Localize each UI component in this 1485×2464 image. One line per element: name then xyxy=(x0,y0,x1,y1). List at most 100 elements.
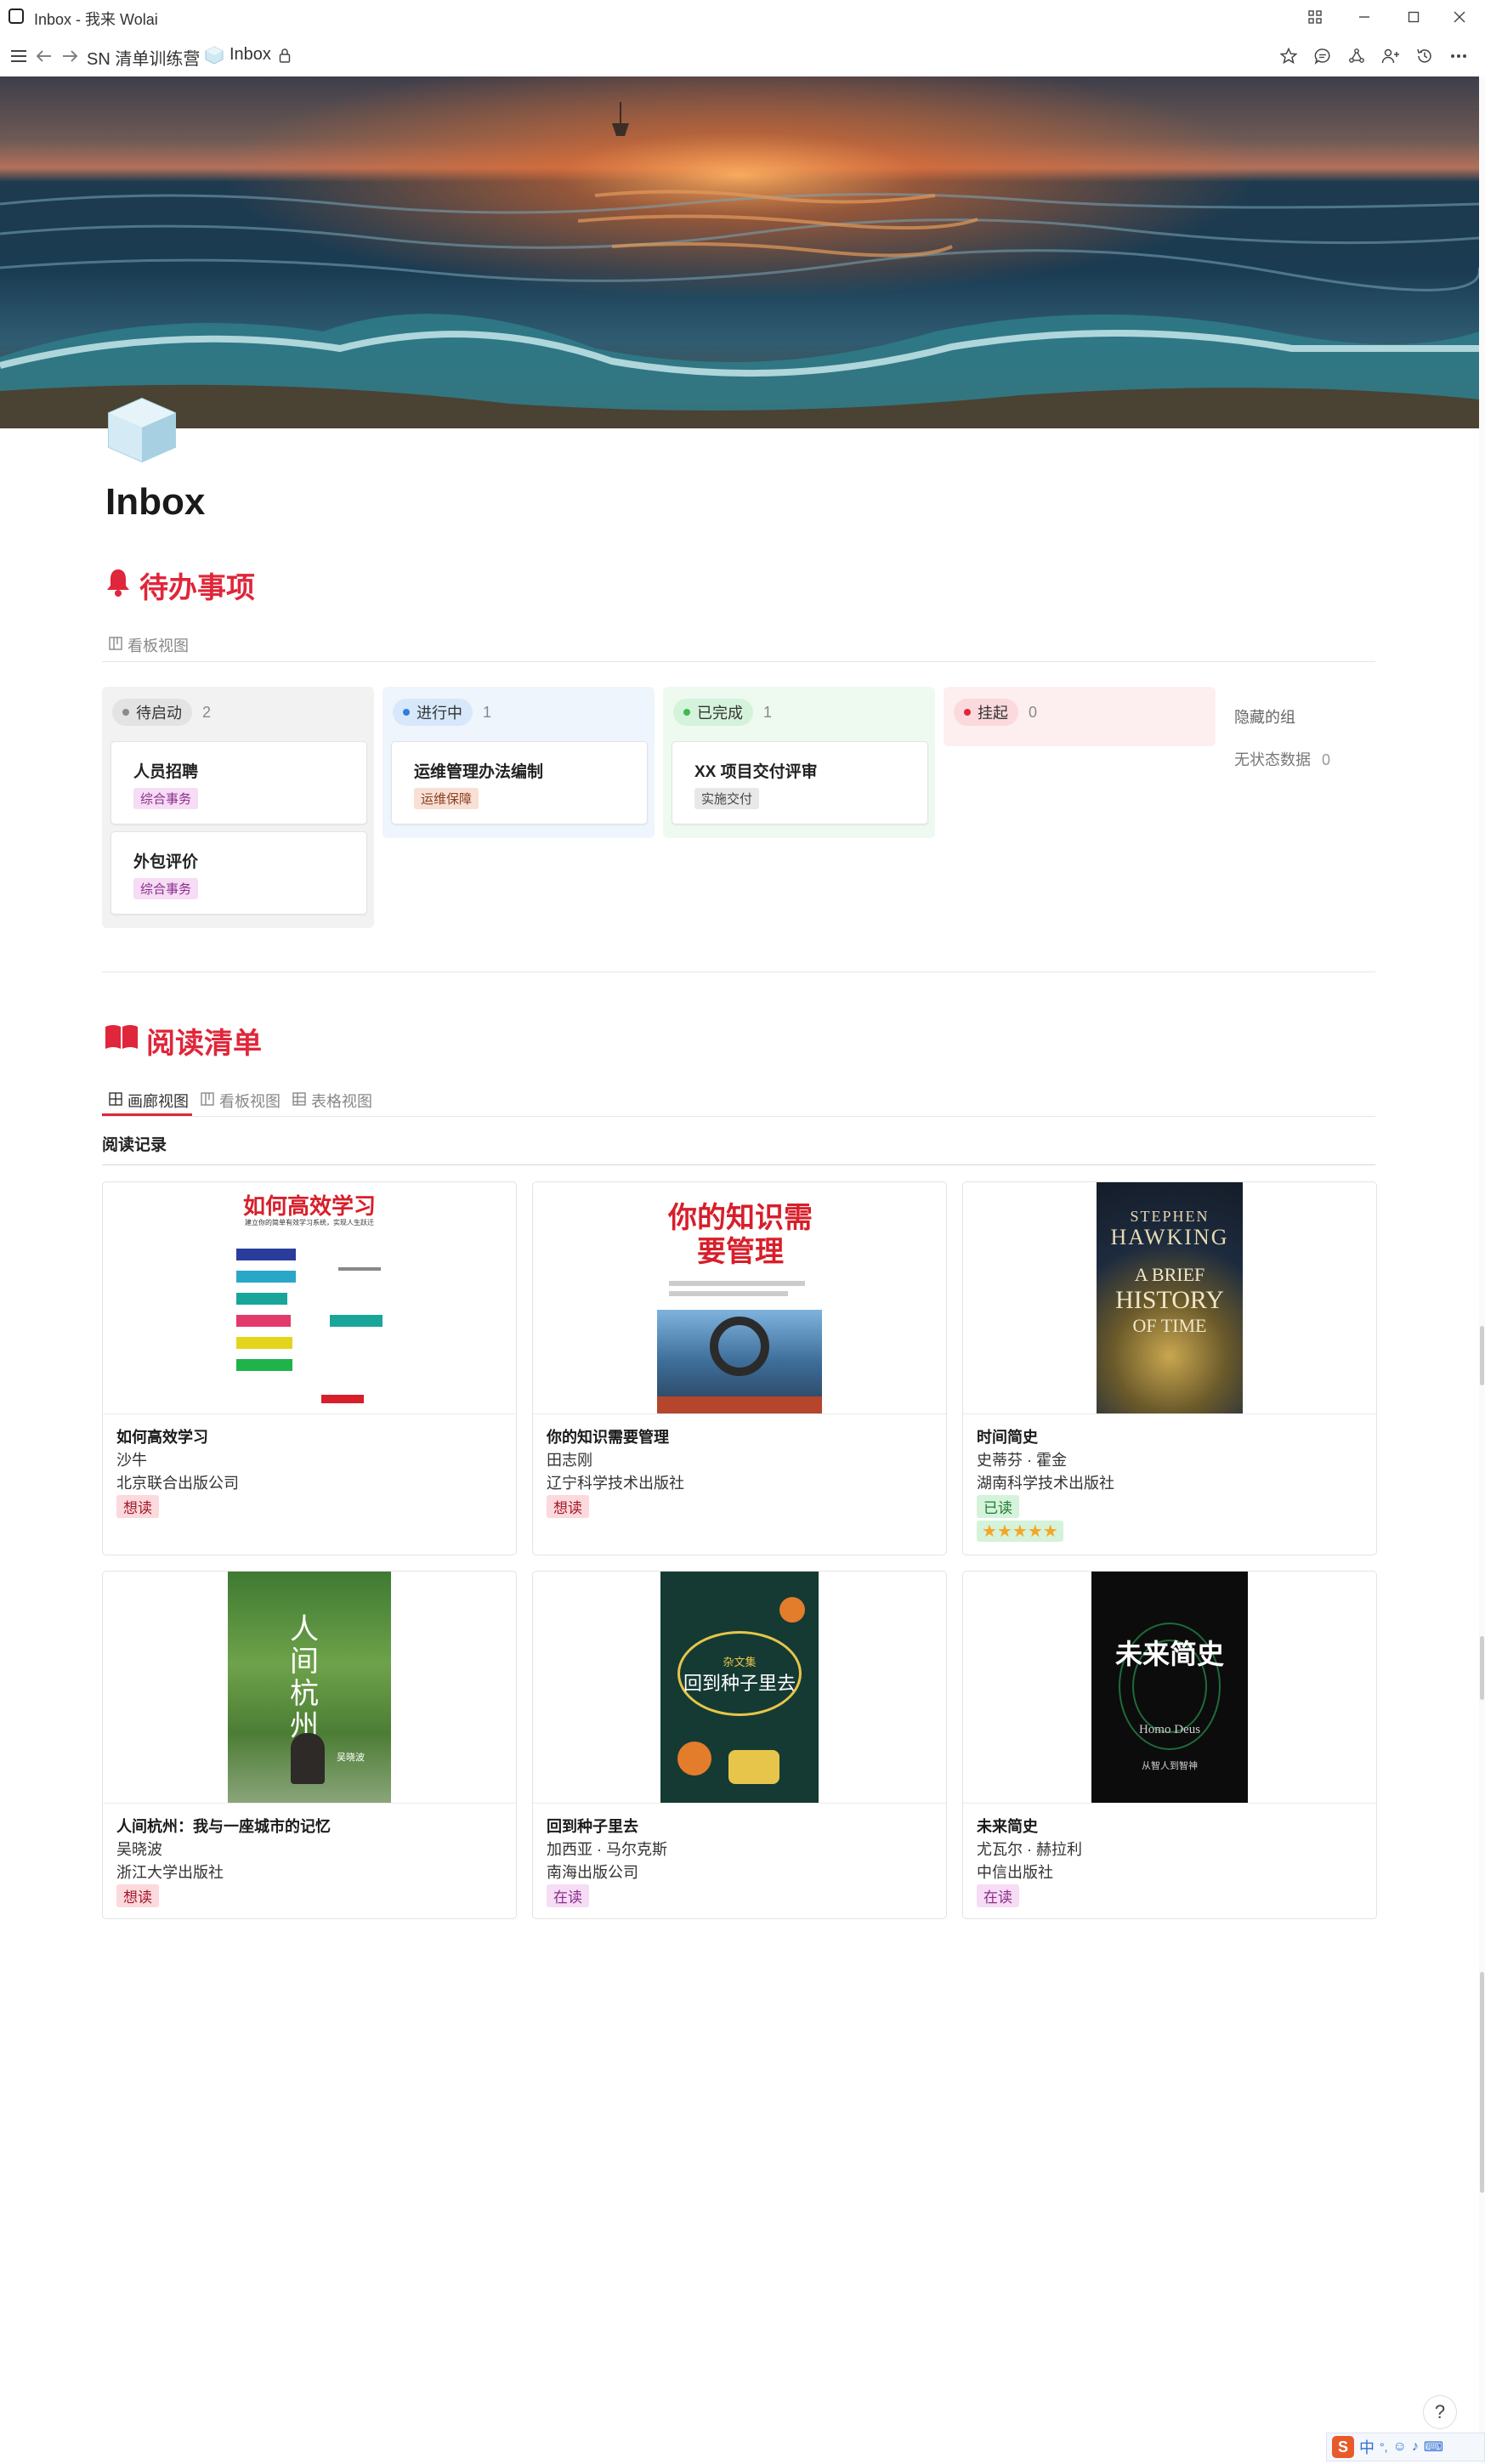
emoji-icon[interactable]: ☺ xyxy=(1393,2439,1407,2455)
tab-kanban[interactable]: 看板视图 xyxy=(201,1090,281,1112)
tab-gallery[interactable]: 画廊视图 xyxy=(109,1090,189,1112)
keyboard-icon[interactable]: ⌨ xyxy=(1424,2439,1443,2456)
more-options-icon[interactable] xyxy=(1447,44,1471,68)
book-card[interactable]: 人间杭州 吴晓波 人间杭州：我与一座城市的记忆 吴晓波 浙江大学出版社 想读 xyxy=(102,1571,517,1919)
book-title: 如何高效学习 xyxy=(116,1429,208,1446)
book-card[interactable]: 杂文集 回到种子里去 回到种子里去 加西亚 · 马尔克斯 南海出版公司 在读 xyxy=(532,1571,947,1919)
book-publisher: 辽宁科学技术出版社 xyxy=(547,1475,684,1492)
book-cover-image: 杂文集 回到种子里去 xyxy=(660,1572,819,1803)
column-count: 1 xyxy=(483,703,492,721)
close-button[interactable] xyxy=(1440,5,1479,29)
cover-title: 如何高效学习 xyxy=(242,1193,376,1219)
book-card[interactable]: STEPHEN HAWKING A BRIEF HISTORY OF TIME … xyxy=(962,1181,1377,1555)
ime-toolbar[interactable]: S 中 °, ☺ ♪ ⌨ xyxy=(1326,2433,1485,2461)
book-author: 加西亚 · 马尔克斯 xyxy=(547,1841,667,1858)
page-title[interactable]: Inbox xyxy=(105,481,205,524)
todo-kanban-tab[interactable]: 看板视图 xyxy=(109,634,189,656)
history-icon[interactable] xyxy=(1413,44,1437,68)
tab-table[interactable]: 表格视图 xyxy=(292,1090,372,1112)
add-member-icon[interactable] xyxy=(1379,44,1403,68)
book-cover-image: 你的知识需要管理 xyxy=(657,1182,822,1413)
book-card[interactable]: 如何高效学习 建立你的简单有效学习系统，实现人生跃迁 如何高效学习 沙牛 北京联… xyxy=(102,1181,517,1555)
cover-subtitle: 建立你的简单有效学习系统，实现人生跃迁 xyxy=(245,1219,374,1226)
status-pill-pending[interactable]: 待启动 xyxy=(112,699,192,726)
task-tag: 实施交付 xyxy=(694,788,760,809)
reading-status-tag: 想读 xyxy=(116,1495,159,1518)
layout-grid-icon[interactable] xyxy=(1295,5,1335,29)
forward-arrow-icon[interactable] xyxy=(58,44,82,68)
reading-section-title[interactable]: 阅读清单 xyxy=(146,1020,262,1062)
cover-title: 人间杭州 xyxy=(290,1614,319,1742)
task-card[interactable]: XX 项目交付评审 实施交付 xyxy=(672,741,928,824)
lock-icon[interactable] xyxy=(279,48,291,67)
book-card[interactable]: 未来简史 Homo Deus 从智人到智神 未来简史 尤瓦尔 · 赫拉利 中信出… xyxy=(962,1571,1377,1919)
tab-gallery-label: 画廊视图 xyxy=(128,1093,189,1110)
no-status-group[interactable]: 无状态数据 0 xyxy=(1234,748,1330,770)
book-card[interactable]: 你的知识需要管理 你的知识需要管理 田志刚 辽宁科学技术出版社 想读 xyxy=(532,1181,947,1555)
book-cover-area: 你的知识需要管理 xyxy=(533,1182,946,1414)
star-favorite-icon[interactable] xyxy=(1277,44,1301,68)
gallery-icon xyxy=(109,1091,122,1110)
book-cover-area: 未来简史 Homo Deus 从智人到智神 xyxy=(963,1572,1376,1804)
book-title: 未来简史 xyxy=(977,1818,1038,1835)
back-arrow-icon[interactable] xyxy=(32,44,56,68)
table-icon xyxy=(292,1091,306,1110)
book-cover-image: 如何高效学习 建立你的简单有效学习系统，实现人生跃迁 xyxy=(228,1182,391,1413)
maximize-button[interactable] xyxy=(1394,5,1433,29)
book-cover-image: 人间杭州 吴晓波 xyxy=(228,1572,391,1803)
status-dot xyxy=(964,709,971,716)
punctuation-icon[interactable]: °, xyxy=(1380,2440,1388,2454)
cover-line-2: HAWKING xyxy=(1110,1225,1229,1249)
page-cover-image[interactable] xyxy=(0,76,1479,428)
book-author: 吴晓波 xyxy=(116,1841,162,1858)
comment-icon[interactable] xyxy=(1311,44,1335,68)
book-title: 时间简史 xyxy=(977,1429,1038,1446)
gallery-group-title: 阅读记录 xyxy=(102,1136,167,1154)
kanban-column-pending: 待启动 2 人员招聘 综合事务 外包评价 综合事务 xyxy=(102,687,374,928)
cover-author: 吴晓波 xyxy=(337,1753,365,1763)
reading-status-tag: 已读 xyxy=(977,1495,1019,1518)
cover-title: 你的知识需要管理 xyxy=(668,1202,813,1268)
help-button[interactable]: ? xyxy=(1423,2395,1457,2429)
rating-stars: ★★★★★ xyxy=(977,1521,1063,1542)
task-tag: 运维保障 xyxy=(414,788,479,809)
book-publisher: 湖南科学技术出版社 xyxy=(977,1475,1114,1492)
star-icon: ★ xyxy=(1027,1522,1043,1541)
task-title: 外包评价 xyxy=(133,853,199,871)
todo-section-title[interactable]: 待办事项 xyxy=(139,564,255,606)
status-pill-suspended[interactable]: 挂起 xyxy=(954,699,1018,726)
page-cube-icon[interactable] xyxy=(105,396,179,464)
ime-lang-indicator[interactable]: 中 xyxy=(1359,2436,1374,2458)
book-author: 沙牛 xyxy=(116,1452,147,1469)
section-divider xyxy=(102,971,1375,972)
task-card[interactable]: 外包评价 综合事务 xyxy=(111,831,367,915)
microphone-icon[interactable]: ♪ xyxy=(1412,2439,1419,2455)
scrollbar-thumb[interactable] xyxy=(1480,1972,1484,2193)
menu-icon[interactable] xyxy=(7,44,31,68)
divider xyxy=(102,1164,1375,1165)
scrollbar-thumb[interactable] xyxy=(1480,1326,1484,1385)
breadcrumb-workspace[interactable]: SN 清单训练营 xyxy=(87,45,200,70)
book-cover-area: 如何高效学习 建立你的简单有效学习系统，实现人生跃迁 xyxy=(103,1182,516,1414)
cover-line-5: OF TIME xyxy=(1132,1315,1207,1336)
scrollbar-thumb[interactable] xyxy=(1480,1636,1484,1700)
status-dot xyxy=(122,709,129,716)
minimize-button[interactable] xyxy=(1345,5,1384,29)
reading-status-tag: 在读 xyxy=(547,1884,589,1907)
breadcrumb-page[interactable]: Inbox xyxy=(230,45,271,65)
task-card[interactable]: 人员招聘 综合事务 xyxy=(111,741,367,824)
book-author: 尤瓦尔 · 赫拉利 xyxy=(977,1841,1082,1858)
sogou-logo-icon[interactable]: S xyxy=(1332,2436,1354,2458)
book-cover-image: STEPHEN HAWKING A BRIEF HISTORY OF TIME xyxy=(1097,1182,1243,1413)
share-graph-icon[interactable] xyxy=(1345,44,1369,68)
status-pill-in-progress[interactable]: 进行中 xyxy=(393,699,473,726)
no-status-label: 无状态数据 xyxy=(1234,751,1311,768)
cube-icon xyxy=(204,46,224,65)
kanban-column-done: 已完成 1 XX 项目交付评审 实施交付 xyxy=(663,687,935,838)
breadcrumb-separator: > xyxy=(189,45,199,64)
book-publisher: 浙江大学出版社 xyxy=(116,1864,224,1881)
status-pill-done[interactable]: 已完成 xyxy=(673,699,753,726)
task-card[interactable]: 运维管理办法编制 运维保障 xyxy=(391,741,648,824)
tab-kanban-label: 看板视图 xyxy=(219,1093,281,1110)
book-title: 人间杭州：我与一座城市的记忆 xyxy=(116,1818,331,1835)
